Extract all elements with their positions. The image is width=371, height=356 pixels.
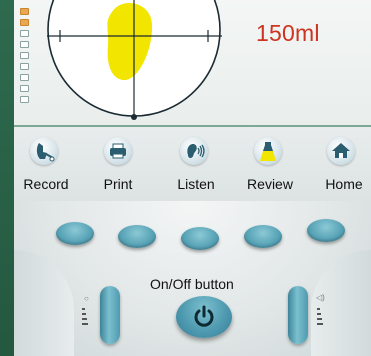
scan-center-dot xyxy=(131,114,137,120)
level-box xyxy=(20,8,29,15)
volume-level-marks xyxy=(317,308,325,328)
toolbar-label-review[interactable]: Review xyxy=(247,176,293,192)
scanner-icon[interactable] xyxy=(30,137,58,165)
soft-button-home[interactable] xyxy=(307,219,345,242)
ear-icon[interactable] xyxy=(180,137,208,165)
toolbar-label-print[interactable]: Print xyxy=(104,176,133,192)
lamp-icon[interactable] xyxy=(254,137,282,165)
level-box xyxy=(20,85,29,92)
level-box xyxy=(20,96,29,103)
power-icon xyxy=(194,305,214,327)
brightness-icon: ○ xyxy=(84,294,89,303)
bladder-volume-readout: 150ml xyxy=(256,20,320,46)
toolbar-label-listen[interactable]: Listen xyxy=(177,176,214,192)
brightness-slider[interactable] xyxy=(100,286,120,344)
brightness-level-marks xyxy=(82,308,90,328)
toolbar-label-record[interactable]: Record xyxy=(23,176,68,192)
soft-button-print[interactable] xyxy=(118,225,156,248)
level-box xyxy=(20,19,29,26)
level-box xyxy=(20,63,29,70)
soft-button-review[interactable] xyxy=(244,225,282,248)
toolbar-label-home[interactable]: Home xyxy=(325,176,362,192)
level-box xyxy=(20,30,29,37)
function-toolbar: Record Print Listen Review Home xyxy=(14,127,371,201)
home-icon[interactable] xyxy=(327,137,355,165)
soft-button-listen[interactable] xyxy=(181,227,219,250)
level-indicator xyxy=(20,8,30,107)
soft-button-record[interactable] xyxy=(56,222,94,245)
display-screen: 150ml xyxy=(14,0,371,127)
level-box xyxy=(20,52,29,59)
level-box xyxy=(20,74,29,81)
level-box xyxy=(20,41,29,48)
onoff-label: On/Off button xyxy=(150,276,234,292)
bladder-scanner-device: 150ml Record Print Listen Review Home ○ … xyxy=(0,0,371,356)
volume-slider[interactable] xyxy=(288,286,308,344)
power-button[interactable] xyxy=(176,296,232,338)
printer-icon[interactable] xyxy=(104,137,132,165)
ultrasound-scan-view xyxy=(42,0,227,125)
speaker-icon: ◁) xyxy=(316,293,325,302)
